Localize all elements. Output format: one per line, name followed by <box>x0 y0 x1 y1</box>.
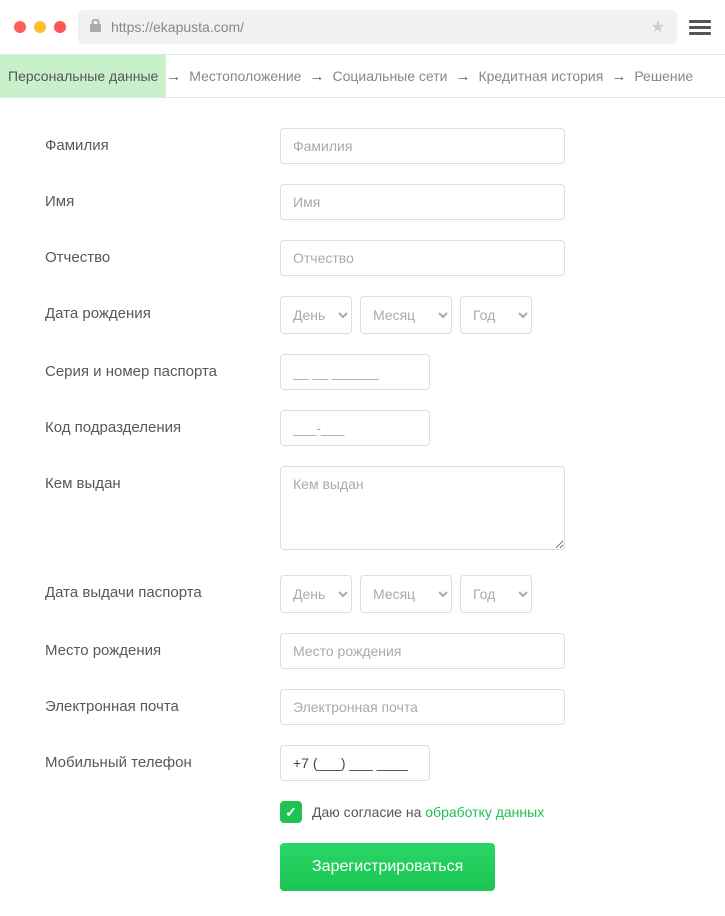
url-text: https://ekapusta.com/ <box>111 19 641 35</box>
label-name: Имя <box>45 184 280 210</box>
issue-month-select[interactable]: Месяц <box>360 575 452 613</box>
close-dot[interactable] <box>14 21 26 33</box>
birthdate-year-select[interactable]: Год <box>460 296 532 334</box>
minimize-dot[interactable] <box>34 21 46 33</box>
birthdate-month-select[interactable]: Месяц <box>360 296 452 334</box>
menu-icon[interactable] <box>689 20 711 35</box>
star-icon[interactable]: ★ <box>651 17 665 37</box>
submit-button[interactable]: Зарегистрироваться <box>280 843 495 891</box>
row-surname: Фамилия <box>45 128 680 164</box>
label-dept-code: Код подразделения <box>45 410 280 436</box>
label-patronymic: Отчество <box>45 240 280 266</box>
dept-code-input[interactable] <box>280 410 430 446</box>
row-issued-by: Кем выдан <box>45 466 680 555</box>
issue-day-select[interactable]: День <box>280 575 352 613</box>
step-location[interactable]: Местоположение <box>181 55 309 97</box>
row-birthplace: Место рождения <box>45 633 680 669</box>
consent-link[interactable]: обработку данных <box>425 804 544 820</box>
issued-by-input[interactable] <box>280 466 565 550</box>
row-email: Электронная почта <box>45 689 680 725</box>
birthdate-day-select[interactable]: День <box>280 296 352 334</box>
phone-input[interactable] <box>280 745 430 781</box>
row-passport-sn: Серия и номер паспорта <box>45 354 680 390</box>
step-personal[interactable]: Персональные данные <box>0 55 166 97</box>
row-dept-code: Код подразделения <box>45 410 680 446</box>
consent-checkbox[interactable]: ✓ <box>280 801 302 823</box>
address-bar[interactable]: https://ekapusta.com/ ★ <box>78 10 677 44</box>
row-issue-date: Дата выдачи паспорта День Месяц Год <box>45 575 680 613</box>
email-input[interactable] <box>280 689 565 725</box>
browser-chrome: https://ekapusta.com/ ★ <box>0 0 725 54</box>
label-phone: Мобильный телефон <box>45 745 280 771</box>
progress-steps: Персональные данные → Местоположение → С… <box>0 54 725 98</box>
issue-year-select[interactable]: Год <box>460 575 532 613</box>
row-patronymic: Отчество <box>45 240 680 276</box>
arrow-icon: → <box>455 68 470 85</box>
consent-row: ✓ Даю согласие на обработку данных <box>280 801 680 823</box>
label-issued-by: Кем выдан <box>45 466 280 492</box>
consent-text: Даю согласие на обработку данных <box>312 804 544 820</box>
window-controls <box>14 21 66 33</box>
row-phone: Мобильный телефон <box>45 745 680 781</box>
patronymic-input[interactable] <box>280 240 565 276</box>
step-decision[interactable]: Решение <box>626 55 701 97</box>
label-birthdate: Дата рождения <box>45 296 280 322</box>
label-surname: Фамилия <box>45 128 280 154</box>
label-passport-sn: Серия и номер паспорта <box>45 354 280 380</box>
name-input[interactable] <box>280 184 565 220</box>
arrow-icon: → <box>166 68 181 85</box>
step-social[interactable]: Социальные сети <box>324 55 455 97</box>
birthplace-input[interactable] <box>280 633 565 669</box>
label-issue-date: Дата выдачи паспорта <box>45 575 280 601</box>
arrow-icon: → <box>309 68 324 85</box>
passport-sn-input[interactable] <box>280 354 430 390</box>
label-email: Электронная почта <box>45 689 280 715</box>
lock-icon <box>90 19 101 35</box>
row-name: Имя <box>45 184 680 220</box>
maximize-dot[interactable] <box>54 21 66 33</box>
arrow-icon: → <box>611 68 626 85</box>
row-birthdate: Дата рождения День Месяц Год <box>45 296 680 334</box>
label-birthplace: Место рождения <box>45 633 280 659</box>
step-credit[interactable]: Кредитная история <box>470 55 611 97</box>
registration-form: Фамилия Имя Отчество Дата рождения День … <box>0 98 725 916</box>
surname-input[interactable] <box>280 128 565 164</box>
